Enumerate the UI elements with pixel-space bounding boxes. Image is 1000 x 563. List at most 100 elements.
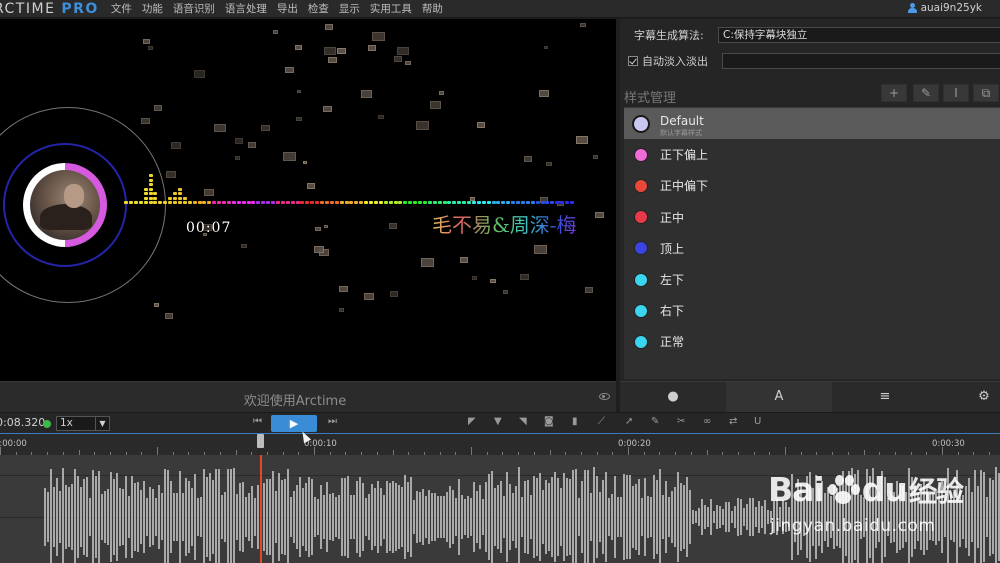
swap-icon[interactable]: ⇄	[729, 416, 737, 427]
mark-out-icon[interactable]: ◥	[519, 416, 527, 427]
logo-du: du	[861, 470, 908, 509]
menu-help[interactable]: 帮助	[422, 1, 443, 16]
waveform-bar	[263, 483, 265, 551]
spectrum-dot	[173, 196, 177, 200]
style-item[interactable]: 右下	[624, 295, 1000, 326]
waveform-bar	[584, 469, 586, 563]
copy-style-button[interactable]: ⧉	[973, 84, 999, 102]
waveform-bar	[506, 472, 508, 562]
spectrum-dot	[163, 201, 168, 204]
spectrum-dot	[275, 201, 280, 204]
style-list: Default 默认字幕样式 正下偏上 正中偏下 正中 顶上 左下 右下 正常	[624, 107, 1000, 379]
waveform-bar	[695, 511, 697, 523]
add-style-button[interactable]: +	[881, 84, 907, 102]
menu-file[interactable]: 文件	[111, 1, 132, 16]
particle	[579, 23, 586, 28]
waveform-bar	[398, 484, 400, 550]
particle	[213, 124, 226, 133]
scissors-icon[interactable]: ✂	[677, 416, 685, 427]
spectrum-dot	[462, 201, 467, 204]
link-icon[interactable]: ∞	[703, 416, 711, 427]
style-color-dot	[634, 303, 648, 318]
ruler-tick	[942, 447, 943, 455]
particle	[285, 67, 295, 74]
eye-icon[interactable]	[599, 393, 610, 400]
fade-checkbox[interactable]	[628, 56, 638, 66]
mark-down-icon[interactable]: ▼	[494, 416, 502, 427]
menu-speech-recognition[interactable]: 语音识别	[173, 1, 215, 16]
spectrum-dot	[540, 201, 545, 204]
waveform-bar	[224, 491, 226, 543]
style-item-default[interactable]: Default 默认字幕样式	[624, 108, 1000, 140]
playhead-handle[interactable]	[257, 434, 264, 448]
particle	[295, 117, 302, 122]
speed-select[interactable]: 1x ▼	[56, 416, 110, 431]
waveform-bar	[149, 486, 151, 548]
style-item[interactable]: 左下	[624, 264, 1000, 295]
user-account[interactable]: auai9n25yk	[907, 2, 982, 14]
tab-subtitles[interactable]: ●	[620, 382, 726, 413]
menu-function[interactable]: 功能	[142, 1, 163, 16]
pointer-icon[interactable]: ➚	[625, 416, 633, 427]
play-button[interactable]: ▶	[271, 415, 317, 432]
edit-icon[interactable]: ✎	[651, 416, 659, 427]
waveform-bar	[401, 487, 403, 547]
waveform-bar	[290, 496, 292, 538]
waveform-bar	[239, 483, 241, 551]
waveform-bar	[323, 495, 325, 539]
waveform-bar	[698, 508, 700, 526]
style-item[interactable]: 顶上	[624, 233, 1000, 264]
camera-icon[interactable]: ◙	[544, 416, 554, 427]
tab-styles[interactable]: A	[726, 382, 832, 413]
waveform-bar	[656, 479, 658, 555]
spectrum-dot	[138, 201, 143, 204]
spectrum-dot	[418, 201, 422, 204]
waveform-bar	[764, 499, 766, 535]
bookmark-icon[interactable]: ▮	[572, 416, 578, 427]
particle	[170, 142, 181, 150]
waveform-bar	[302, 487, 304, 547]
particle	[371, 31, 385, 41]
waveform-bar	[428, 489, 430, 545]
waveform-bar	[311, 479, 313, 555]
waveform-bar	[743, 508, 745, 526]
pencil-icon: ✎	[920, 86, 932, 100]
particle	[584, 286, 593, 293]
waveform-bar	[485, 481, 487, 553]
menu-language-processing[interactable]: 语言处理	[225, 1, 267, 16]
menu-tools[interactable]: 实用工具	[370, 1, 412, 16]
menu-check[interactable]: 检查	[308, 1, 329, 16]
waveform-bar	[587, 469, 589, 563]
mark-in-icon[interactable]: ◤	[468, 416, 476, 427]
menu-display[interactable]: 显示	[339, 1, 360, 16]
skip-back-icon[interactable]: ⏮	[253, 416, 262, 427]
waveform-bar	[107, 488, 109, 546]
spectrum-dot	[177, 192, 182, 195]
spectrum-dot	[364, 201, 369, 204]
magnet-icon[interactable]: U	[754, 416, 761, 427]
algorithm-select[interactable]: C:保持字幕块独立	[718, 27, 1000, 43]
spectrum-dot	[457, 201, 462, 204]
user-name: auai9n25yk	[920, 2, 982, 14]
style-item[interactable]: 正中偏下	[624, 170, 1000, 201]
skip-forward-icon[interactable]: ⏭	[328, 416, 337, 427]
timeline-ruler[interactable]: 0:00:00 0:00:10 0:00:20 0:00:30	[0, 433, 1000, 455]
style-item[interactable]: 正下偏上	[624, 139, 1000, 170]
spectrum-dot	[148, 187, 153, 191]
fade-input[interactable]	[722, 53, 1000, 69]
style-item[interactable]: 正常	[624, 326, 1000, 357]
style-color-dot	[634, 178, 648, 193]
waveform-bar	[617, 496, 619, 538]
particle	[313, 246, 324, 254]
waveform-bar	[335, 496, 337, 538]
waveform-bar	[209, 473, 211, 561]
menu-export[interactable]: 导出	[277, 1, 298, 16]
text-cursor-button[interactable]: I	[943, 84, 969, 102]
settings-button[interactable]: ⚙	[968, 382, 1000, 413]
video-preview[interactable]: 00:07 毛不易&周深-梅	[0, 19, 616, 381]
edit-style-button[interactable]: ✎	[913, 84, 939, 102]
tab-list[interactable]: ≡	[832, 382, 938, 413]
waveform-bar	[545, 480, 547, 554]
style-item[interactable]: 正中	[624, 202, 1000, 233]
magic-wand-icon[interactable]: ⟋	[598, 416, 605, 427]
